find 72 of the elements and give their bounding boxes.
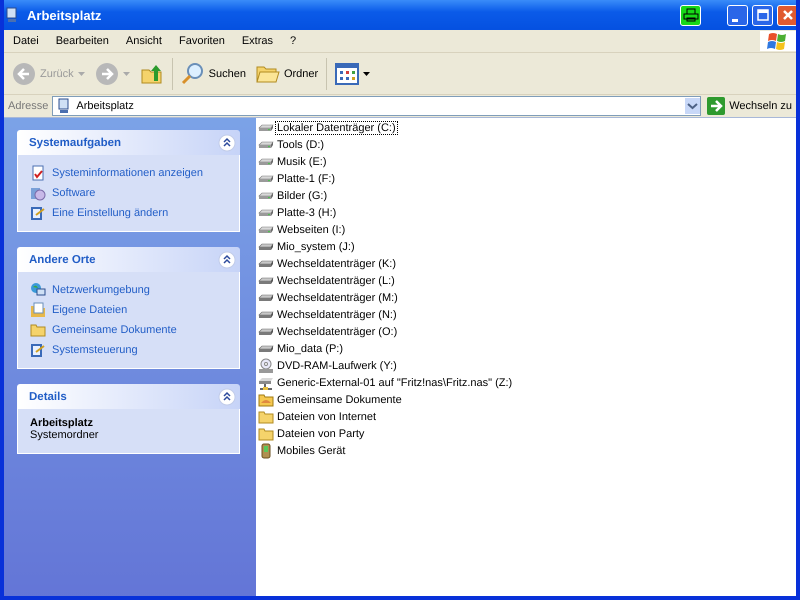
drive-item[interactable]: Tools (D:) [275,138,326,152]
task-link[interactable]: Systeminformationen anzeigen [52,167,204,179]
grid-view-icon [335,62,360,84]
drive-item[interactable]: Mio_system (J:) [275,240,357,254]
drive-item[interactable]: DVD-RAM-Laufwerk (Y:) [275,358,399,372]
drive-item[interactable]: Webseiten (I:) [275,222,348,236]
menu-item[interactable]: Bearbeiten [46,35,117,47]
go-button[interactable]: Wechseln zu [705,97,794,115]
control-panel-icon [30,205,46,221]
menu-item[interactable]: Datei [4,35,47,47]
address-label: Adresse [8,100,48,112]
go-arrow-icon [707,97,726,115]
drive-item[interactable]: Lokaler Datenträger (C:) [275,120,398,134]
maximize-button[interactable] [752,4,773,26]
panel-header[interactable]: Andere Orte [17,247,240,272]
menu-item[interactable]: Favoriten [170,35,233,47]
document-folder-icon [30,302,46,318]
collapse-icon[interactable] [218,250,236,268]
task-link[interactable]: Gemeinsame Dokumente [52,324,177,336]
task-link[interactable]: Netzwerkumgebung [52,284,150,296]
menu-item[interactable]: Ansicht [116,35,170,47]
globe-computer-icon [30,282,46,298]
control-panel-icon [30,342,46,358]
document-check-icon [30,165,46,181]
drive-item[interactable]: Wechseldatenträger (N:) [275,308,399,322]
minimize-button[interactable] [727,4,748,26]
drive-item[interactable]: Mobiles Gerät [275,444,348,458]
dropdown-icon[interactable] [685,98,700,114]
printer-button[interactable] [680,4,701,26]
details-name: Arbeitsplatz [30,417,94,429]
drive-item[interactable]: Dateien von Internet [275,410,378,424]
search-button[interactable]: Suchen [176,60,250,88]
menu-item[interactable]: ? [281,35,304,47]
drive-item[interactable]: Bilder (G:) [275,188,330,202]
task-link[interactable]: Eigene Dateien [52,304,128,316]
collapse-icon[interactable] [218,134,236,152]
search-icon [180,62,205,86]
drive-item[interactable]: Platte-3 (H:) [275,206,338,220]
drive-item[interactable]: Platte-1 (F:) [275,172,338,186]
dropdown-arrow-icon [122,72,130,76]
maximize-icon [754,7,770,23]
collapse-icon[interactable] [218,388,236,406]
folder-icon [258,426,274,442]
address-field[interactable]: Arbeitsplatz [52,96,702,116]
task-link[interactable]: Systemsteuerung [52,344,138,356]
cd-box-icon [30,185,46,201]
details-type: Systemordner [30,429,100,441]
drive-item[interactable]: Mio_data (P:) [275,342,346,356]
drive-item[interactable]: Musik (E:) [275,154,328,168]
drive-item[interactable]: Wechseldatenträger (M:) [275,290,400,304]
drive-item[interactable]: Wechseldatenträger (K:) [275,256,398,270]
folders-button[interactable]: Ordner [252,60,322,88]
folder-icon [30,322,46,338]
drive-item[interactable]: Dateien von Party [275,426,366,440]
window-title: Arbeitsplatz [27,8,102,22]
task-link[interactable]: Eine Einstellung ändern [52,207,168,219]
dropdown-arrow-icon [363,72,370,76]
panel-header[interactable]: Details [17,384,240,409]
printer-icon [682,7,698,23]
task-link[interactable]: Software [52,187,96,199]
folder-icon [258,408,274,424]
menu-item[interactable]: Extras [232,35,282,47]
drive-item[interactable]: Wechseldatenträger (O:) [275,324,400,338]
drive-item[interactable]: Wechseldatenträger (L:) [275,274,397,288]
close-button[interactable] [777,4,796,26]
panel-header[interactable]: Systemaufgaben [17,130,240,155]
drive-item[interactable]: Gemeinsame Dokumente [275,392,404,406]
dropdown-arrow-icon [78,72,85,76]
minimize-icon [732,18,738,22]
windows-logo-icon [760,31,796,51]
drive-item[interactable]: Generic-External-01 auf "Fritz!nas\Fritz.nas" (Z:) [275,376,514,390]
shared-folder-icon [258,392,274,408]
